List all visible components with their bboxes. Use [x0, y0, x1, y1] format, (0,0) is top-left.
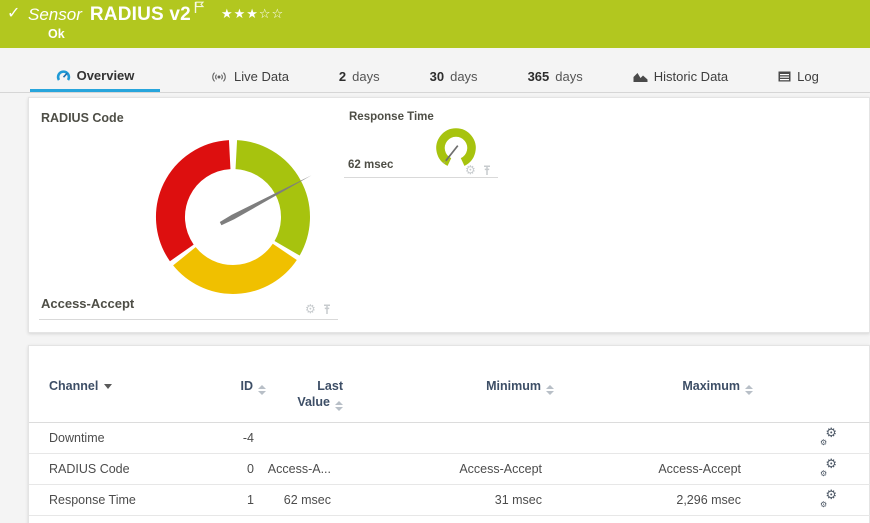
- channel-name: Response Time: [49, 493, 136, 507]
- channel-minimum: 31 msec: [494, 493, 542, 507]
- column-header-minimum[interactable]: Minimum: [343, 379, 554, 395]
- table-row-radius-code: RADIUS Code 0 Access-A... Access-Accept …: [29, 454, 870, 485]
- gauge-needle: [445, 145, 459, 162]
- sensor-title: RADIUS v2: [89, 4, 191, 25]
- ok-check-icon: ✓: [7, 3, 21, 22]
- channel-id: 1: [247, 493, 254, 507]
- tab-bar: Overview Live Data 2 days 30 days 365 da…: [0, 61, 870, 93]
- broadcast-icon: [212, 71, 226, 82]
- tab-historic-data[interactable]: Historic Data: [633, 61, 728, 92]
- flag-icon[interactable]: [194, 1, 205, 19]
- tab-live-data[interactable]: Live Data: [210, 61, 289, 92]
- channel-maximum: 2,296 msec: [676, 493, 741, 507]
- radius-code-gauge: [155, 140, 312, 294]
- gauge-pin-icon[interactable]: [482, 164, 492, 176]
- sort-icon: [745, 385, 753, 395]
- area-chart-icon: [633, 72, 648, 82]
- channels-panel: Channel ID Last Value Minimum Maximum Do…: [28, 345, 870, 523]
- column-header-id[interactable]: ID: [229, 379, 266, 395]
- channel-minimum: Access-Accept: [459, 462, 542, 476]
- channel-last-value: Access-A...: [267, 462, 331, 476]
- sort-icon: [258, 385, 266, 395]
- gauge-divider: [344, 177, 498, 178]
- gauge-radius-code-value: Access-Accept: [41, 296, 135, 311]
- gauge-pin-icon[interactable]: [322, 303, 332, 315]
- tab-30-days[interactable]: 30 days: [430, 61, 478, 92]
- channel-id: -4: [242, 431, 254, 445]
- tab-overview[interactable]: Overview: [30, 61, 160, 92]
- tab-2-days[interactable]: 2 days: [339, 61, 380, 92]
- sensor-header: ✓ Sensor RADIUS v2 ★★★☆☆ Ok: [0, 0, 870, 48]
- gauge-divider: [39, 319, 338, 320]
- channel-table: Channel ID Last Value Minimum Maximum Do…: [29, 346, 870, 516]
- column-header-last-value[interactable]: Last Value: [266, 379, 343, 411]
- column-header-channel[interactable]: Channel: [29, 379, 229, 393]
- gauge-response-time-value: 62 msec: [348, 159, 394, 171]
- prtg-sensor-page: ✓ Sensor RADIUS v2 ★★★☆☆ Ok Overview Liv…: [0, 0, 870, 523]
- table-header-row: Channel ID Last Value Minimum Maximum: [29, 379, 870, 423]
- gauge-response-time-title: Response Time: [349, 111, 434, 123]
- channel-id: 0: [247, 462, 254, 476]
- column-header-maximum[interactable]: Maximum: [554, 379, 753, 395]
- gauge-settings-gear-icon[interactable]: ⚙: [305, 302, 316, 316]
- table-row-downtime: Downtime -4 ⚙ ⚙: [29, 423, 870, 454]
- channel-settings-icon[interactable]: ⚙ ⚙: [820, 457, 837, 478]
- channel-last-value: 62 msec: [283, 493, 331, 507]
- priority-stars[interactable]: ★★★☆☆: [221, 7, 284, 22]
- sensor-status: Ok: [48, 27, 65, 41]
- log-list-icon: [778, 71, 791, 82]
- channel-name: Downtime: [49, 431, 105, 445]
- sort-icon: [335, 400, 343, 411]
- sort-icon: [546, 385, 554, 395]
- gauge-radius-code-title: RADIUS Code: [41, 111, 124, 125]
- channel-settings-icon[interactable]: ⚙ ⚙: [820, 426, 837, 447]
- table-row-response-time: Response Time 1 62 msec 31 msec 2,296 ms…: [29, 485, 870, 516]
- sensor-type-label: Sensor: [28, 5, 82, 24]
- channel-name: RADIUS Code: [49, 462, 130, 476]
- channel-maximum: Access-Accept: [658, 462, 741, 476]
- gauges-panel: RADIUS Code Access-Accept ⚙ Response Tim…: [28, 97, 870, 333]
- tab-365-days[interactable]: 365 days: [528, 61, 583, 92]
- gauge-settings-gear-icon[interactable]: ⚙: [465, 163, 476, 177]
- tab-log[interactable]: Log: [778, 61, 819, 92]
- channel-settings-icon[interactable]: ⚙ ⚙: [820, 488, 837, 509]
- gauge-icon: [56, 69, 70, 81]
- sorted-caret-icon: [104, 384, 113, 389]
